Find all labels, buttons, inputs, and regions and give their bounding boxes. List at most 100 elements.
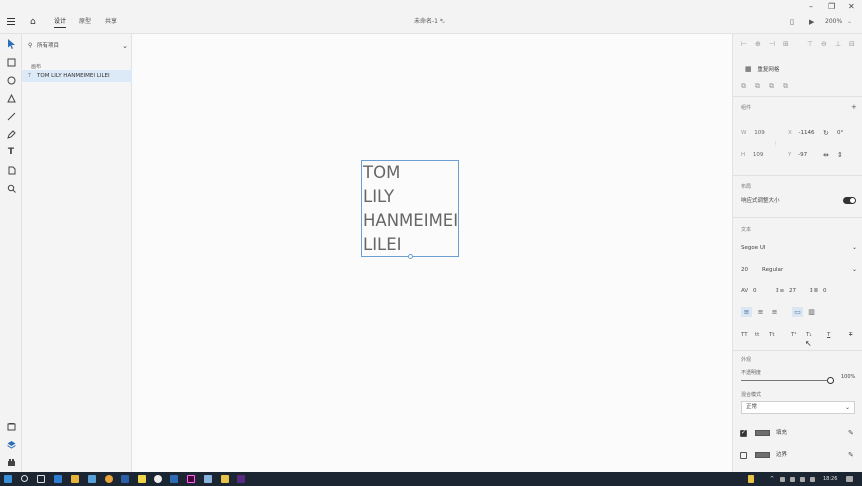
- volume-icon[interactable]: [800, 477, 805, 482]
- menu-icon[interactable]: [7, 18, 15, 25]
- document-title[interactable]: 未命名-1 *: [414, 17, 443, 27]
- subscript-icon[interactable]: T₁: [806, 331, 812, 339]
- text-tool-icon[interactable]: T: [5, 146, 17, 158]
- title-chevron-down-icon[interactable]: ⌄: [441, 17, 446, 27]
- titlecase-icon[interactable]: Tt: [769, 331, 775, 339]
- zoom-level[interactable]: 200%: [825, 17, 842, 27]
- align-top-icon[interactable]: ⊤: [807, 40, 813, 48]
- tab-prototype[interactable]: 原型: [79, 17, 91, 27]
- minimize-icon[interactable]: –: [809, 3, 813, 11]
- align-middle-icon[interactable]: ⊖: [821, 40, 827, 48]
- flip-vertical-icon[interactable]: ⇕: [837, 151, 843, 159]
- opacity-slider-track[interactable]: [741, 380, 831, 381]
- rectangle-tool-icon[interactable]: [5, 56, 17, 68]
- boolean-add-icon[interactable]: ⧉: [741, 82, 746, 90]
- font-size-field[interactable]: 20: [741, 266, 748, 274]
- folder-icon[interactable]: [221, 475, 229, 483]
- opacity-slider-knob[interactable]: [827, 377, 834, 384]
- align-left-icon[interactable]: ⊢: [741, 40, 747, 48]
- plugins-icon[interactable]: [5, 456, 17, 468]
- superscript-icon[interactable]: T¹: [791, 331, 797, 339]
- uppercase-icon[interactable]: TT: [741, 331, 748, 339]
- play-icon[interactable]: ▶: [809, 17, 814, 27]
- clock[interactable]: 18:26: [823, 475, 837, 483]
- explorer-icon[interactable]: [71, 475, 79, 483]
- home-icon[interactable]: ⌂: [30, 17, 36, 27]
- responsive-resize-toggle[interactable]: [843, 197, 856, 204]
- x-field[interactable]: X -1146: [788, 129, 815, 137]
- tray-icon[interactable]: [748, 475, 754, 483]
- align-right-icon[interactable]: ⊣: [769, 40, 775, 48]
- polygon-tool-icon[interactable]: [5, 92, 17, 104]
- select-tool-icon[interactable]: [5, 38, 17, 50]
- width-field[interactable]: W 109: [741, 129, 765, 137]
- task-view-icon[interactable]: [37, 475, 45, 483]
- zoom-tool-icon[interactable]: [5, 182, 17, 194]
- tab-share[interactable]: 共享: [105, 17, 117, 27]
- tray-icon[interactable]: [780, 477, 785, 482]
- ellipse-tool-icon[interactable]: [5, 74, 17, 86]
- text-align-left-icon[interactable]: ≡: [741, 307, 752, 317]
- auto-width-icon[interactable]: ▭: [792, 307, 803, 317]
- y-field[interactable]: Y -97: [788, 151, 807, 159]
- app-icon[interactable]: [154, 475, 162, 483]
- network-icon[interactable]: [810, 477, 815, 482]
- link-dimensions-icon[interactable]: ⋮: [773, 140, 778, 148]
- mail-icon[interactable]: [170, 475, 178, 483]
- align-center-h-icon[interactable]: ⊕: [755, 40, 761, 48]
- search-taskbar-icon[interactable]: [21, 475, 28, 482]
- fill-checkbox[interactable]: [740, 429, 747, 437]
- fixed-size-icon[interactable]: ▥: [806, 307, 817, 317]
- paragraph-spacing-field[interactable]: ↕≣ 0: [809, 287, 826, 295]
- tab-design[interactable]: 设计: [54, 17, 67, 28]
- distribute-v-icon[interactable]: ⊟: [849, 40, 855, 48]
- layer-filter[interactable]: ⚲ 所有项目 ⌄: [26, 40, 130, 52]
- underline-icon[interactable]: T: [827, 331, 830, 339]
- repeat-grid-button[interactable]: ▦ 重复网格: [745, 65, 779, 74]
- line-tool-icon[interactable]: [5, 110, 17, 122]
- add-component-icon[interactable]: +: [851, 103, 857, 111]
- browser-icon[interactable]: [105, 475, 113, 483]
- app-icon[interactable]: [204, 475, 212, 483]
- font-family-select[interactable]: Segoe UI ⌄: [741, 242, 857, 254]
- boolean-intersect-icon[interactable]: ⧉: [769, 82, 774, 90]
- app-icon[interactable]: [138, 475, 146, 483]
- fill-eyedropper-icon[interactable]: ✎: [848, 429, 854, 437]
- fill-color-swatch[interactable]: [755, 430, 770, 436]
- resize-handle[interactable]: [408, 254, 413, 259]
- line-spacing-field[interactable]: ↕≡ 27: [775, 287, 796, 295]
- edge-icon[interactable]: [54, 475, 62, 483]
- char-spacing-field[interactable]: AV 0: [741, 287, 756, 295]
- close-icon[interactable]: ✕: [848, 3, 855, 11]
- layer-item[interactable]: T TOM LILY HANMEIMEI LILEI: [22, 70, 132, 82]
- strikethrough-icon[interactable]: T: [849, 331, 852, 339]
- border-checkbox[interactable]: [740, 452, 747, 459]
- layers-icon[interactable]: [5, 438, 17, 450]
- app-icon[interactable]: [121, 475, 129, 483]
- tray-icon[interactable]: [790, 477, 795, 482]
- boolean-exclude-icon[interactable]: ⧉: [783, 82, 788, 90]
- zoom-chevron-down-icon[interactable]: ⌄: [847, 17, 852, 27]
- flip-horizontal-icon[interactable]: ⇹: [823, 151, 829, 159]
- selected-text-box[interactable]: TOM LILY HANMEIMEI LILEI: [361, 160, 459, 257]
- opacity-value[interactable]: 100%: [841, 373, 855, 381]
- align-bottom-icon[interactable]: ⊥: [835, 40, 841, 48]
- border-color-swatch[interactable]: [755, 452, 770, 458]
- restore-icon[interactable]: ❐: [828, 3, 835, 11]
- app-icon[interactable]: [237, 475, 245, 483]
- device-preview-icon[interactable]: ▯: [790, 17, 794, 27]
- height-field[interactable]: H 109: [741, 151, 763, 159]
- tray-arrow-icon[interactable]: ^: [770, 475, 774, 483]
- assets-icon[interactable]: [5, 420, 17, 432]
- canvas[interactable]: TOM LILY HANMEIMEI LILEI: [132, 34, 732, 472]
- text-align-right-icon[interactable]: ≡: [769, 307, 780, 317]
- border-eyedropper-icon[interactable]: ✎: [848, 451, 854, 459]
- text-align-center-icon[interactable]: ≡: [755, 307, 766, 317]
- distribute-h-icon[interactable]: ⊞: [783, 40, 789, 48]
- boolean-subtract-icon[interactable]: ⧉: [755, 82, 760, 90]
- lowercase-icon[interactable]: tt: [755, 331, 759, 339]
- start-icon[interactable]: [4, 475, 12, 483]
- notifications-icon[interactable]: [846, 476, 853, 482]
- blend-mode-select[interactable]: 正常 ⌄: [741, 401, 855, 414]
- font-weight-select[interactable]: Regular ⌄: [762, 264, 857, 276]
